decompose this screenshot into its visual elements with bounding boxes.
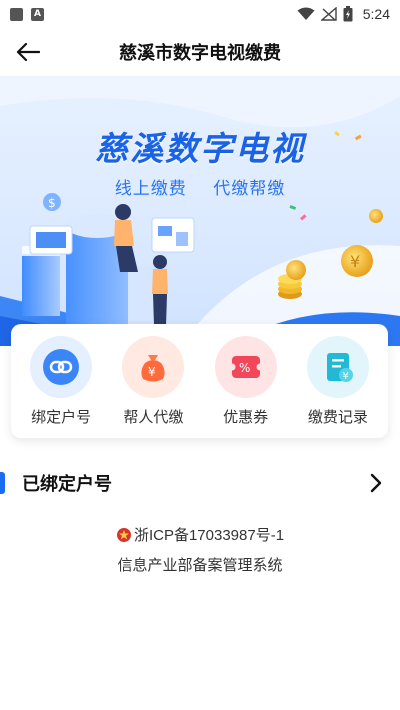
banner: $ ¥ 慈溪数字电视 线上缴费 代缴帮缴 bbox=[0, 76, 400, 346]
battery-icon bbox=[343, 6, 353, 22]
arrow-left-icon bbox=[16, 42, 40, 62]
banner-illustration: $ ¥ bbox=[0, 76, 400, 346]
payment-record-icon: ¥ bbox=[306, 335, 369, 398]
chevron-right-icon bbox=[366, 472, 386, 494]
banner-subtitle-left: 线上缴费 bbox=[114, 179, 187, 199]
police-emblem-icon bbox=[116, 527, 131, 542]
feature-payment-records[interactable]: ¥ 缴费记录 bbox=[295, 335, 381, 427]
bound-accounts-row[interactable]: 已绑定户号 bbox=[0, 456, 400, 510]
status-bar: A 5:24 bbox=[0, 0, 400, 28]
feature-label: 绑定户号 bbox=[31, 407, 92, 426]
features-card: 绑定户号 ¥ 帮人代缴 % 优惠券 ¥ 缴费记录 bbox=[11, 324, 388, 438]
feature-label: 优惠券 bbox=[223, 407, 269, 426]
wifi-icon bbox=[297, 7, 315, 20]
icp-number: 浙ICP备17033987号-1 bbox=[133, 527, 285, 544]
back-button[interactable] bbox=[10, 34, 46, 70]
status-left-icons: A bbox=[10, 7, 44, 21]
icp-link[interactable]: 浙ICP备17033987号-1 bbox=[0, 524, 400, 545]
banner-subtitle: 线上缴费 代缴帮缴 bbox=[0, 174, 400, 199]
feature-pay-for-others[interactable]: ¥ 帮人代缴 bbox=[110, 335, 196, 427]
section-accent-bar bbox=[0, 472, 5, 494]
filing-system-link[interactable]: 信息产业部备案管理系统 bbox=[0, 554, 400, 575]
a-notification-icon: A bbox=[31, 7, 44, 21]
no-signal-icon bbox=[320, 7, 337, 21]
svg-text:¥: ¥ bbox=[342, 371, 348, 382]
svg-text:¥: ¥ bbox=[148, 365, 156, 379]
coupon-icon: % bbox=[214, 335, 277, 398]
feature-coupons[interactable]: % 优惠券 bbox=[203, 335, 289, 427]
page-title: 慈溪市数字电视缴费 bbox=[119, 43, 281, 64]
feature-label: 缴费记录 bbox=[307, 407, 368, 426]
bound-accounts-title: 已绑定户号 bbox=[22, 474, 112, 495]
feature-label: 帮人代缴 bbox=[123, 407, 184, 426]
banner-title: 慈溪数字电视 bbox=[95, 129, 305, 168]
nav-bar: 慈溪市数字电视缴费 bbox=[0, 28, 400, 76]
banner-subtitle-right: 代缴帮缴 bbox=[213, 179, 286, 199]
status-time: 5:24 bbox=[362, 6, 390, 22]
status-right-icons: 5:24 bbox=[297, 6, 390, 22]
link-icon bbox=[30, 335, 93, 398]
svg-text:%: % bbox=[239, 361, 250, 375]
svg-text:¥: ¥ bbox=[350, 252, 360, 271]
money-bag-icon: ¥ bbox=[122, 335, 185, 398]
feature-bind-account[interactable]: 绑定户号 bbox=[18, 335, 104, 427]
square-notification-icon bbox=[10, 7, 23, 21]
